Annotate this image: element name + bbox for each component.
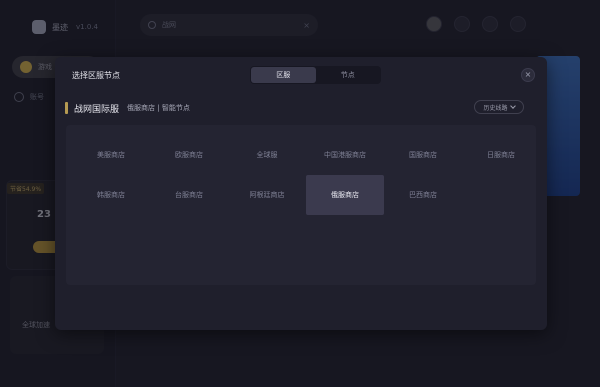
- current-selection: 战网国际服 俄服商店 | 智能节点: [65, 101, 190, 115]
- history-label: 历史线路: [483, 104, 508, 112]
- tab-region[interactable]: 区服: [251, 67, 316, 83]
- region-option[interactable]: 俄服商店: [306, 175, 384, 215]
- region-option[interactable]: 中国港服商店: [306, 135, 384, 175]
- region-select-dialog: 选择区服节点 区服 节点 × 战网国际服 俄服商店 | 智能节点 历史线路 美服…: [55, 57, 547, 330]
- close-button[interactable]: ×: [521, 68, 535, 82]
- dialog-title: 选择区服节点: [72, 71, 120, 80]
- history-dropdown[interactable]: 历史线路: [474, 100, 524, 114]
- region-option[interactable]: 日服商店: [462, 135, 540, 175]
- segmented-tabs: 区服 节点: [250, 66, 381, 84]
- region-option[interactable]: 台服商店: [150, 175, 228, 215]
- region-option[interactable]: 巴西商店: [384, 175, 462, 215]
- region-option[interactable]: 欧服商店: [150, 135, 228, 175]
- region-grid: 美服商店 欧服商店 全球服 中国港服商店 国服商店 日服商店韩服商店 台服商店 阿根廷商店 俄服…: [72, 135, 542, 215]
- region-option[interactable]: 全球服: [228, 135, 306, 175]
- game-title: 战网国际服: [74, 104, 120, 115]
- region-option[interactable]: 阿根廷商店: [228, 175, 306, 215]
- region-option[interactable]: 国服商店: [384, 135, 462, 175]
- accent-bar: [65, 102, 68, 114]
- region-option[interactable]: 美服商店: [72, 135, 150, 175]
- tab-node[interactable]: 节点: [316, 67, 381, 83]
- chevron-down-icon: [509, 103, 516, 109]
- region-panel: 美服商店 欧服商店 全球服 中国港服商店 国服商店 日服商店 韩服商店 台服商店 阿根廷商店 俄服…: [66, 125, 536, 285]
- selection-detail: 俄服商店 | 智能节点: [127, 104, 190, 112]
- region-option[interactable]: 韩服商店: [72, 175, 150, 215]
